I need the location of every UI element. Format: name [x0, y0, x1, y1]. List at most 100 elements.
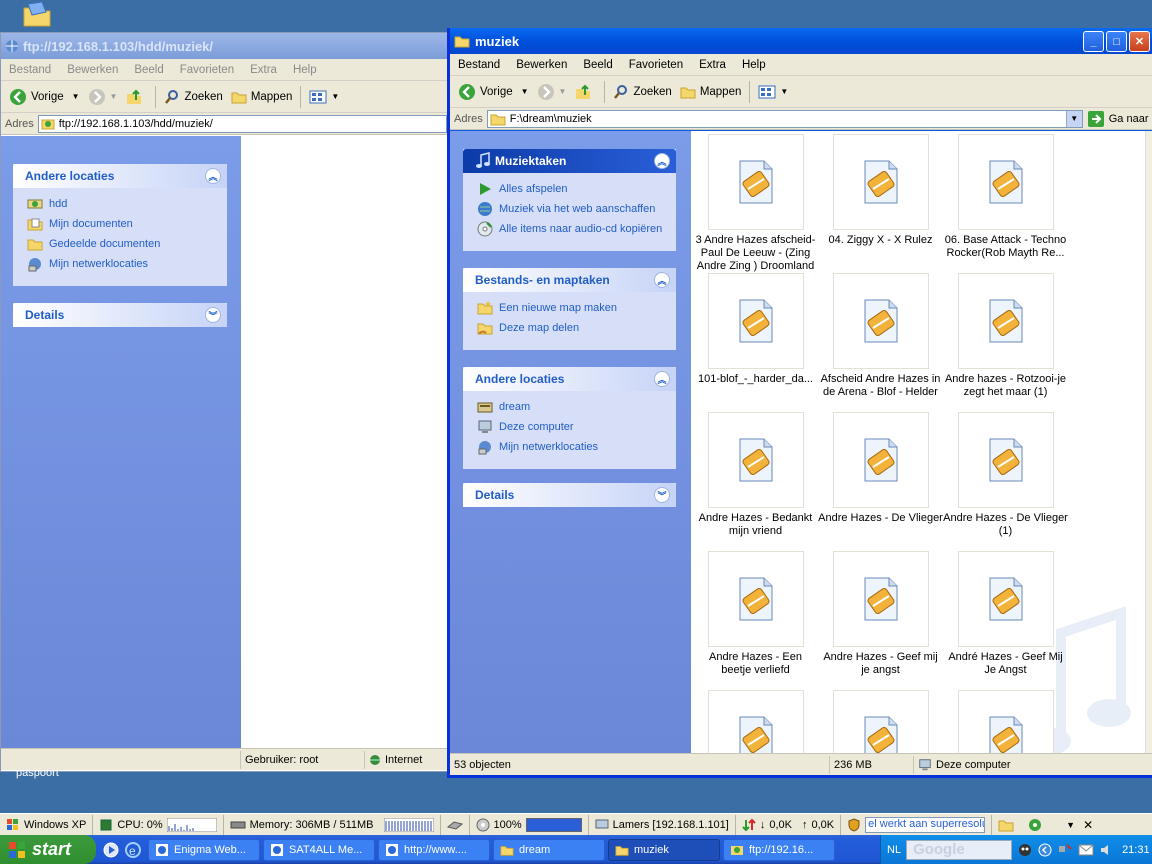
task-share-folder[interactable]: Deze map delen	[463, 318, 676, 338]
place-shared-documents[interactable]: Gedeelde documenten	[13, 234, 227, 254]
close-button[interactable]: ✕	[1129, 31, 1150, 52]
file-item[interactable]: Andre hazes - Rotzooi-je zegt het maar (…	[943, 273, 1068, 399]
file-tasks-header[interactable]: Bestands- en maptaken ︽	[463, 268, 676, 292]
google-search-box[interactable]: Google	[906, 839, 1013, 860]
file-thumbnail[interactable]	[707, 690, 804, 753]
menu-bestand[interactable]: Bestand	[450, 59, 508, 71]
minimize-button[interactable]: _	[1083, 31, 1104, 52]
file-thumbnail[interactable]	[832, 412, 929, 508]
forward-button[interactable]: ▼	[533, 81, 571, 103]
menu-extra[interactable]: Extra	[691, 59, 734, 71]
details-header[interactable]: Details ︾	[463, 483, 676, 507]
search-button[interactable]: Zoeken	[609, 82, 675, 102]
file-thumbnail[interactable]	[707, 412, 804, 508]
file-view[interactable]: 3 Andre Hazes afscheid-Paul De Leeuw - (…	[691, 131, 1145, 753]
task-buy-music[interactable]: Muziek via het web aanschaffen	[463, 199, 676, 219]
file-thumbnail[interactable]	[957, 273, 1054, 369]
ftp-address-input[interactable]: ftp://192.168.1.103/hdd/muziek/	[37, 114, 447, 133]
place-dream[interactable]: dream	[463, 397, 676, 417]
file-thumbnail[interactable]	[832, 690, 929, 753]
folders-button[interactable]: Mappen	[227, 87, 297, 107]
file-item[interactable]: 06. Base Attack - Techno Rocker(Rob Mayt…	[943, 134, 1068, 260]
file-item[interactable]	[943, 690, 1068, 753]
collapse-chevron-icon[interactable]: ︽	[205, 168, 221, 184]
menu-beeld[interactable]: Beeld	[126, 64, 171, 76]
task-copy-to-cd[interactable]: Alle items naar audio-cd kopiëren	[463, 219, 676, 239]
file-thumbnail[interactable]	[957, 134, 1054, 230]
language-indicator[interactable]: NL	[887, 844, 901, 856]
ftp-content-area[interactable]	[241, 136, 447, 748]
place-network[interactable]: Mijn netwerklocaties	[463, 437, 676, 457]
file-item[interactable]: Andre Hazes - De Vlieger (1)	[943, 412, 1068, 538]
menu-favorieten[interactable]: Favorieten	[172, 64, 242, 76]
file-item[interactable]: Andre Hazes - Bedankt mijn vriend	[693, 412, 818, 538]
menu-favorieten[interactable]: Favorieten	[621, 59, 691, 71]
place-my-documents[interactable]: Mijn documenten	[13, 214, 227, 234]
file-thumbnail[interactable]	[707, 551, 804, 647]
details-header[interactable]: Details ︾	[13, 303, 227, 327]
expand-chevron-icon[interactable]: ︾	[205, 307, 221, 323]
file-item[interactable]: 3 Andre Hazes afscheid-Paul De Leeuw - (…	[693, 134, 818, 273]
folders-button[interactable]: Mappen	[676, 82, 746, 102]
menu-bestand[interactable]: Bestand	[1, 64, 59, 76]
file-item[interactable]	[818, 690, 943, 753]
explorer-address-input[interactable]: F:\dream\muziek ▼	[486, 109, 1083, 128]
file-item[interactable]: 04. Ziggy X - X Rulez	[818, 134, 943, 247]
taskbar-item-sat4all[interactable]: SAT4ALL Me...	[263, 838, 375, 861]
file-thumbnail[interactable]	[832, 134, 929, 230]
other-places-header[interactable]: Andere locaties ︽	[463, 367, 676, 391]
expand-chevron-icon[interactable]: ︾	[654, 487, 670, 503]
file-item[interactable]: Andre Hazes - Geef mij je angst	[818, 551, 943, 677]
go-button[interactable]: Ga naar	[1087, 110, 1149, 128]
media-player-icon[interactable]	[102, 841, 120, 859]
toolbar-search-input[interactable]: el werkt aan superresolu	[865, 816, 986, 833]
clock[interactable]: 21:31	[1122, 844, 1150, 856]
file-item[interactable]	[693, 690, 818, 753]
file-thumbnail[interactable]	[832, 273, 929, 369]
file-item[interactable]: Andre Hazes - De Vlieger	[818, 412, 943, 525]
place-network[interactable]: Mijn netwerklocaties	[13, 254, 227, 274]
file-item[interactable]: Afscheid Andre Hazes in de Arena - Blof …	[818, 273, 943, 399]
taskbar-item-dream[interactable]: dream	[493, 838, 605, 861]
file-thumbnail[interactable]	[707, 134, 804, 230]
show-hidden-icons[interactable]	[1038, 843, 1052, 857]
file-thumbnail[interactable]	[957, 690, 1054, 753]
menu-help[interactable]: Help	[734, 59, 774, 71]
collapse-chevron-icon[interactable]: ︽	[654, 153, 670, 169]
collapse-chevron-icon[interactable]: ︽	[654, 272, 670, 288]
menu-help[interactable]: Help	[285, 64, 325, 76]
file-item[interactable]: Andre Hazes - Een beetje verliefd	[693, 551, 818, 677]
back-button[interactable]: Vorige ▼	[454, 81, 533, 103]
music-tasks-header[interactable]: Muziektaken ︽	[463, 149, 676, 173]
tray-network-icon[interactable]	[1057, 842, 1073, 858]
search-button[interactable]: Zoeken	[160, 87, 226, 107]
folder-tool[interactable]: ▼ ✕	[992, 815, 1099, 835]
vertical-scrollbar[interactable]	[1145, 131, 1152, 753]
ftp-window-titlebar[interactable]: ftp://192.168.1.103/hdd/muziek/	[1, 33, 447, 59]
views-button[interactable]: ▼	[305, 88, 343, 106]
up-folder-button[interactable]	[570, 81, 600, 103]
internet-explorer-icon[interactable]: e	[124, 841, 142, 859]
tray-app-icon[interactable]	[1017, 842, 1033, 858]
file-thumbnail[interactable]	[957, 551, 1054, 647]
file-thumbnail[interactable]	[832, 551, 929, 647]
file-item[interactable]: André Hazes - Geef Mij Je Angst	[943, 551, 1068, 677]
mail-icon[interactable]	[1078, 844, 1094, 856]
taskbar-item-ftp[interactable]: ftp://192.16...	[723, 838, 835, 861]
up-folder-button[interactable]	[121, 86, 151, 108]
other-places-header[interactable]: Andere locaties ︽	[13, 164, 227, 188]
explorer-titlebar[interactable]: muziek _ □ ✕	[450, 28, 1152, 54]
file-item[interactable]: 101-blof_-_harder_da...	[693, 273, 818, 386]
task-new-folder[interactable]: Een nieuwe map maken	[463, 298, 676, 318]
maximize-button[interactable]: □	[1106, 31, 1127, 52]
menu-extra[interactable]: Extra	[242, 64, 285, 76]
taskbar-item-http[interactable]: http://www....	[378, 838, 490, 861]
menu-bewerken[interactable]: Bewerken	[59, 64, 126, 76]
volume-icon[interactable]	[1099, 843, 1113, 857]
start-button[interactable]: start	[0, 835, 96, 864]
desktop-folder-icon[interactable]	[22, 0, 52, 28]
menu-beeld[interactable]: Beeld	[575, 59, 620, 71]
taskbar-item-enigma[interactable]: Enigma Web...	[148, 838, 260, 861]
task-play-all[interactable]: Alles afspelen	[463, 179, 676, 199]
file-thumbnail[interactable]	[707, 273, 804, 369]
